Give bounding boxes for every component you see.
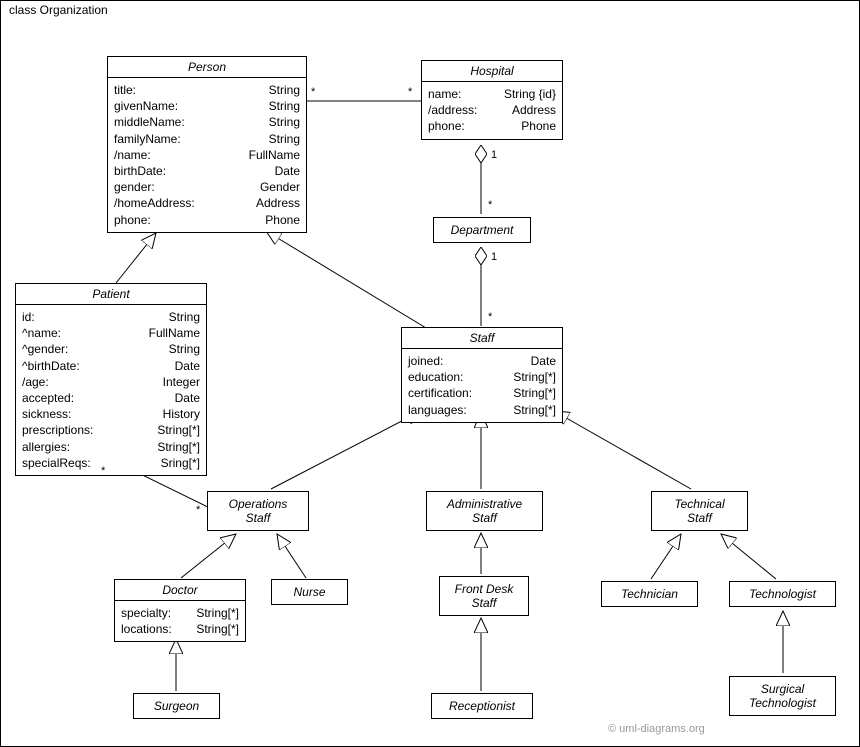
attrs-doctor: specialty:String[*]locations:String[*] [115, 601, 245, 641]
class-hospital: Hospital name:String {id}/address:Addres… [421, 60, 563, 140]
mult: * [488, 311, 492, 323]
class-admin: AdministrativeStaff [426, 491, 543, 531]
class-ops: OperationsStaff [207, 491, 309, 531]
class-person: Person title:StringgivenName:Stringmiddl… [107, 56, 307, 233]
attrs-staff: joined:Dateeducation:String[*]certificat… [402, 349, 562, 422]
class-nurse: Nurse [271, 579, 348, 605]
mult: * [408, 86, 412, 98]
mult: 1 [491, 149, 497, 161]
watermark: © uml-diagrams.org [608, 723, 705, 735]
mult: * [488, 199, 492, 211]
class-surgtech: SurgicalTechnologist [729, 676, 836, 716]
class-title: Hospital [422, 61, 562, 82]
class-staff: Staff joined:Dateeducation:String[*]cert… [401, 327, 563, 423]
class-doctor: Doctor specialty:String[*]locations:Stri… [114, 579, 246, 642]
class-surgeon: Surgeon [133, 693, 220, 719]
class-patient: Patient id:String^name:FullName^gender:S… [15, 283, 207, 476]
class-department: Department [433, 217, 531, 243]
class-receptionist: Receptionist [431, 693, 533, 719]
mult: * [196, 504, 200, 516]
attrs-patient: id:String^name:FullName^gender:String^bi… [16, 305, 206, 475]
mult: * [101, 465, 105, 477]
mult: 1 [491, 251, 497, 263]
mult: * [311, 86, 315, 98]
attrs-person: title:StringgivenName:StringmiddleName:S… [108, 78, 306, 232]
frame-title: class Organization [0, 0, 117, 23]
diagram-frame: class Organization [0, 0, 860, 747]
class-technician: Technician [601, 581, 698, 607]
class-title: Person [108, 57, 306, 78]
attrs-hospital: name:String {id}/address:Addressphone:Ph… [422, 82, 562, 139]
class-tech: TechnicalStaff [651, 491, 748, 531]
class-technologist: Technologist [729, 581, 836, 607]
class-frontdesk: Front DeskStaff [439, 576, 529, 616]
